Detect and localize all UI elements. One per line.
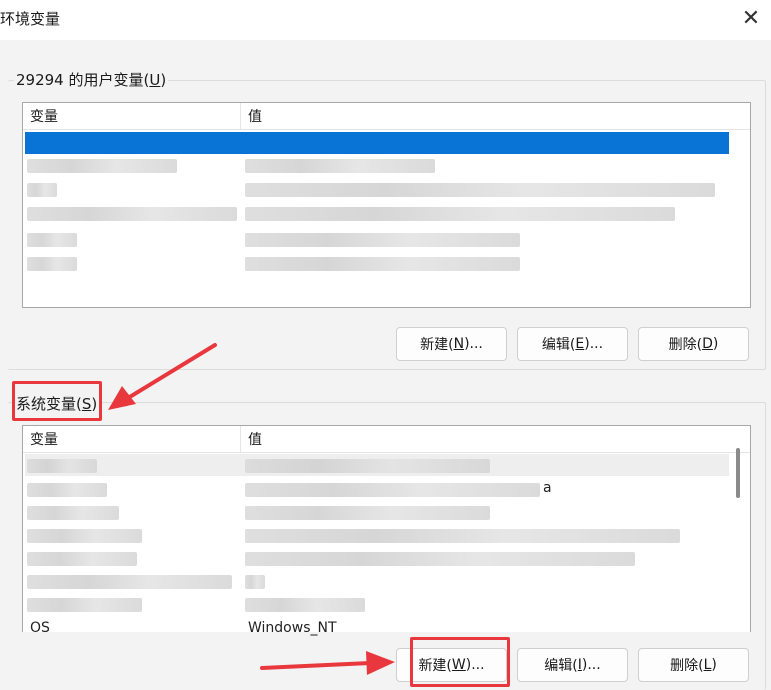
- annotation-arrows: [108, 343, 395, 675]
- annotation-arrow-icon: [108, 343, 217, 410]
- annotation-arrow-icon: [260, 651, 395, 675]
